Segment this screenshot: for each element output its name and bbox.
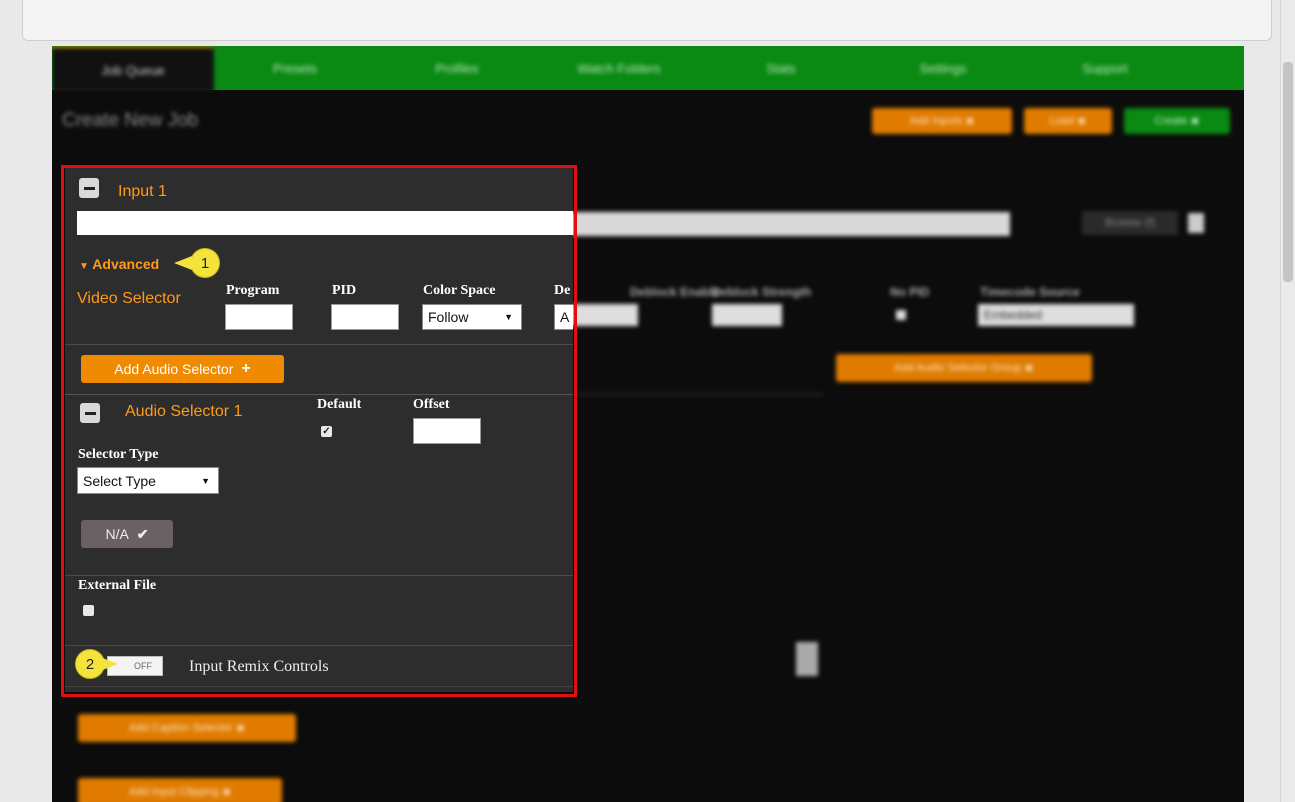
nav-tab-label: Support bbox=[1082, 60, 1128, 76]
advanced-label: Advanced bbox=[92, 256, 160, 272]
nav-tab-support[interactable]: Support bbox=[1024, 46, 1186, 90]
offset-label: Offset bbox=[413, 397, 450, 412]
add-audio-group-label: Add Audio Selector Group bbox=[894, 362, 1022, 374]
deblock-label: De bbox=[554, 283, 571, 298]
nav-tab-settings[interactable]: Settings bbox=[862, 46, 1024, 90]
default-label: Default bbox=[317, 397, 362, 412]
nav-tab-job-queue[interactable]: Job Queue bbox=[52, 46, 214, 92]
chevron-down-icon: ▼ bbox=[504, 312, 513, 322]
timecode-source-label: Timecode Source bbox=[980, 285, 1080, 299]
add-caption-selector-button[interactable]: Add Caption Selector ✖ bbox=[78, 714, 296, 742]
no-pid-label: No PID bbox=[890, 285, 930, 299]
advanced-toggle[interactable]: ▼ Advanced bbox=[79, 256, 159, 272]
pid-label: PID bbox=[332, 283, 357, 298]
remix-toggle-label: OFF bbox=[134, 661, 152, 671]
selector-type-label: Selector Type bbox=[78, 447, 159, 462]
nav-tab-label: Stats bbox=[766, 60, 796, 76]
divider bbox=[65, 394, 573, 395]
nav-tab-stats[interactable]: Stats bbox=[700, 46, 862, 90]
nav-tab-profiles[interactable]: Profiles bbox=[376, 46, 538, 90]
divider bbox=[65, 645, 573, 646]
collapse-audio-selector-button[interactable] bbox=[80, 403, 100, 423]
callout-1: 1 bbox=[191, 249, 219, 277]
offset-input[interactable] bbox=[413, 418, 481, 444]
scroll-thumb[interactable] bbox=[1283, 62, 1293, 282]
na-button[interactable]: N/A ✔ bbox=[81, 520, 173, 548]
add-input-clipping-button[interactable]: Add Input Clipping ✖ bbox=[78, 778, 282, 802]
nav-tab-watch-folders[interactable]: Watch Folders bbox=[538, 46, 700, 90]
remix-label: Input Remix Controls bbox=[189, 658, 329, 675]
browser-top-bar bbox=[22, 0, 1272, 41]
program-input[interactable] bbox=[225, 304, 293, 330]
divider bbox=[65, 344, 573, 345]
load-label: Load bbox=[1049, 115, 1075, 127]
chevron-down-icon: ▼ bbox=[201, 475, 210, 486]
program-label: Program bbox=[226, 283, 280, 298]
nav-tab-label: Presets bbox=[272, 60, 318, 76]
color-space-value: Follow bbox=[428, 309, 469, 325]
timecode-source-select[interactable]: Embedded bbox=[978, 304, 1134, 326]
selector-type-select[interactable]: Select Type ▼ bbox=[77, 467, 219, 494]
divider bbox=[65, 575, 573, 576]
deblock-strength-field[interactable] bbox=[712, 304, 782, 326]
default-checkbox[interactable]: ✓ bbox=[321, 426, 332, 437]
check-icon: ✓ bbox=[322, 426, 331, 437]
browse-label: Browse (f) bbox=[1104, 217, 1156, 229]
selector-type-value: Select Type bbox=[83, 472, 156, 489]
plus-icon: + bbox=[241, 360, 251, 377]
minus-icon bbox=[84, 411, 96, 415]
page-title: Create New Job bbox=[62, 110, 199, 131]
pid-input[interactable] bbox=[331, 304, 399, 330]
create-label: Create bbox=[1154, 115, 1188, 127]
input-path-field[interactable] bbox=[77, 211, 573, 235]
nav-tab-label: Watch Folders bbox=[577, 60, 661, 76]
callout-number: 1 bbox=[200, 254, 210, 272]
add-inputs-label: Add Inputs bbox=[909, 115, 963, 127]
color-space-label: Color Space bbox=[423, 283, 496, 298]
browse-button[interactable]: Browse (f) bbox=[1082, 211, 1178, 235]
add-audio-selector-button[interactable]: Add Audio Selector + bbox=[81, 355, 284, 383]
nav-tab-label: Settings bbox=[919, 60, 967, 76]
add-clipping-label: Add Input Clipping bbox=[128, 786, 219, 798]
timecode-source-value: Embedded bbox=[984, 308, 1043, 322]
collapse-input-button[interactable] bbox=[79, 178, 99, 198]
video-selector-label: Video Selector bbox=[77, 290, 181, 307]
input-path-field-bg[interactable] bbox=[572, 212, 1010, 236]
add-inputs-button[interactable]: Add Inputs ✖ bbox=[872, 108, 1012, 134]
divider bbox=[572, 394, 824, 395]
external-file-checkbox[interactable] bbox=[83, 605, 94, 616]
remix-side-icon[interactable] bbox=[796, 642, 818, 676]
color-space-select[interactable]: Follow ▼ bbox=[422, 304, 522, 330]
divider bbox=[65, 686, 573, 687]
nav-tab-label: Job Queue bbox=[101, 62, 165, 78]
deblock-select[interactable]: A bbox=[554, 304, 573, 330]
deblock-select-bg[interactable] bbox=[572, 304, 638, 326]
nav-tab-presets[interactable]: Presets bbox=[214, 46, 376, 90]
deblock-enable-label: Deblock Enable bbox=[630, 285, 720, 299]
create-button[interactable]: Create ✖ bbox=[1124, 108, 1230, 134]
input-panel: Input 1 ▼ Advanced Video Selector Progra… bbox=[65, 168, 573, 692]
input-title: Input 1 bbox=[118, 183, 167, 200]
add-caption-label: Add Caption Selector bbox=[128, 722, 233, 734]
add-audio-selector-label: Add Audio Selector bbox=[114, 361, 234, 377]
page-scrollbar[interactable] bbox=[1280, 0, 1295, 802]
nav-tab-label: Profiles bbox=[435, 60, 479, 76]
na-label: N/A bbox=[105, 526, 129, 542]
check-icon: ✔ bbox=[136, 525, 149, 542]
deblock-value: A bbox=[560, 309, 570, 325]
callout-1-pointer bbox=[174, 256, 192, 270]
deblock-strength-label: Deblock Strength bbox=[712, 285, 812, 299]
load-button[interactable]: Load ✖ bbox=[1024, 108, 1112, 134]
external-file-label: External File bbox=[78, 578, 157, 593]
audio-selector-title: Audio Selector 1 bbox=[125, 403, 243, 420]
main-nav: Job Queue Presets Profiles Watch Folders… bbox=[52, 46, 1244, 92]
callout-2-pointer bbox=[100, 657, 118, 671]
minus-icon bbox=[83, 186, 95, 190]
caret-down-icon: ▼ bbox=[79, 261, 89, 272]
browse-menu-icon[interactable] bbox=[1188, 213, 1204, 233]
no-pid-checkbox[interactable] bbox=[896, 310, 906, 320]
callout-number: 2 bbox=[85, 655, 95, 673]
add-audio-selector-group-button[interactable]: Add Audio Selector Group ✖ bbox=[836, 354, 1092, 382]
